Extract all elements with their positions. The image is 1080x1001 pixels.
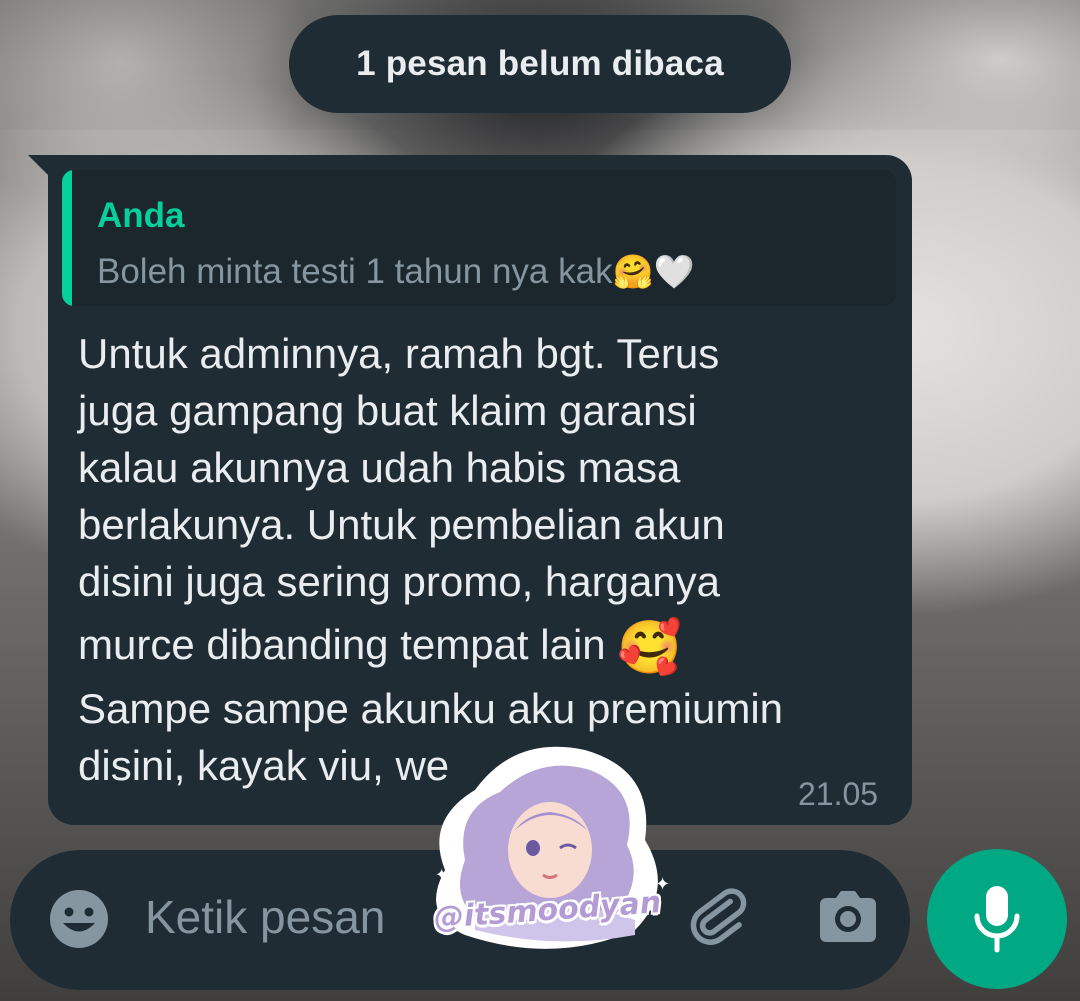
message-line: berlakunya. Untuk pembelian akun [78,501,725,548]
quote-accent-bar [62,170,72,306]
message-line: Sampe sampe akunku aku premiumin [78,685,784,732]
attach-icon [690,888,747,945]
camera-button[interactable] [816,886,880,948]
emoji-button[interactable] [48,888,110,950]
camera-icon [820,891,876,942]
message-input[interactable]: Ketik pesan [145,890,385,944]
quote-text: Boleh minta testi 1 tahun nya kak🤗🤍 [97,252,695,292]
emoji-icon [50,890,108,948]
sticker-eye [526,840,540,856]
message-timestamp: 21.05 [798,776,879,812]
quote-author: Anda [97,196,185,235]
quoted-reply[interactable]: Anda Boleh minta testi 1 tahun nya kak🤗🤍 [62,170,896,306]
sticker-sparkle: ✦ [435,865,448,884]
mic-icon [974,886,1020,953]
sticker-face [508,802,592,898]
message-line: Untuk adminnya, ramah bgt. Terus [78,330,720,377]
unread-messages-label: 1 pesan belum dibaca [356,44,724,83]
message-line: disini juga sering promo, harganya [78,558,721,605]
message-line-text: disini, kayak viu, we [78,742,450,789]
attach-button[interactable] [688,886,750,948]
message-line: kalau akunnya udah habis masa [78,444,681,491]
message-text: Untuk adminnya, ramah bgt. Terus juga ga… [78,325,908,794]
quote-emojis: 🤗🤍 [612,253,695,290]
unread-messages-banner: 1 pesan belum dibaca [289,15,791,113]
bubble-tail [28,155,50,177]
message-line-text: murce dibanding tempat lain [78,621,606,668]
message-line: murce dibanding tempat lain 🥰 [78,610,908,680]
smiling-hearts-emoji: 🥰 [617,618,683,677]
message-line: juga gampang buat klaim garansi [78,387,697,434]
voice-record-button[interactable] [927,849,1067,989]
quote-text-body: Boleh minta testi 1 tahun nya kak [97,252,613,291]
